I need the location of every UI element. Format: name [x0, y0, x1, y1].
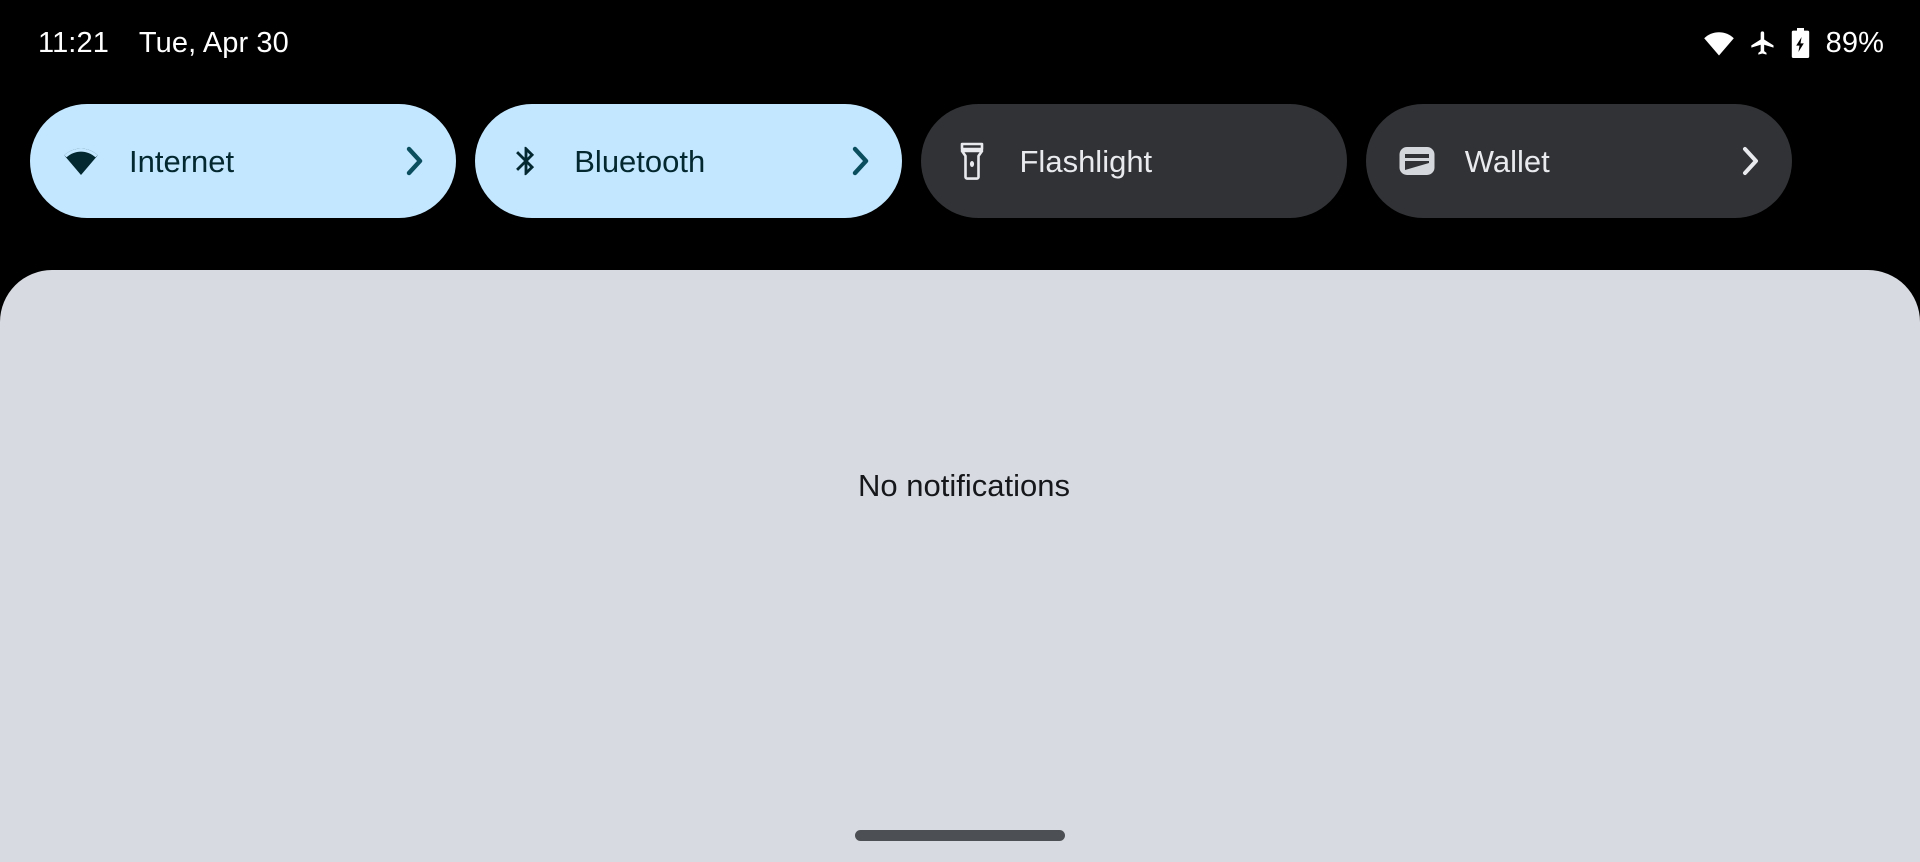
- wifi-icon: [1703, 31, 1735, 56]
- qs-tile-flashlight[interactable]: Flashlight: [920, 104, 1347, 218]
- qs-tile-bluetooth[interactable]: Bluetooth: [475, 104, 902, 218]
- battery-charging-icon: [1791, 28, 1810, 58]
- no-notifications-message: No notifications: [858, 467, 1070, 503]
- chevron-right-icon[interactable]: [1738, 146, 1764, 176]
- wifi-icon: [62, 142, 100, 180]
- quick-settings-screen: 11:21 Tue, Apr 30 89% Internet Bluetooth…: [0, 0, 1920, 862]
- qs-tile-label: Internet: [129, 143, 235, 179]
- qs-tile-wallet[interactable]: Wallet: [1365, 104, 1792, 218]
- airplane-mode-icon: [1749, 29, 1777, 57]
- notification-shade-panel[interactable]: No notifications: [0, 270, 1920, 862]
- home-indicator[interactable]: [855, 830, 1065, 841]
- status-bar: 11:21 Tue, Apr 30 89%: [0, 0, 1920, 86]
- flashlight-icon: [953, 142, 991, 180]
- quick-settings-tile-row: Internet Bluetooth Flashlight Wallet: [30, 104, 1792, 218]
- status-bar-left: 11:21 Tue, Apr 30: [38, 26, 289, 59]
- qs-tile-label: Flashlight: [1019, 143, 1153, 179]
- chevron-right-icon[interactable]: [402, 146, 428, 176]
- bluetooth-icon: [507, 142, 545, 180]
- qs-tile-internet[interactable]: Internet: [30, 104, 457, 218]
- qs-tile-label: Bluetooth: [574, 143, 706, 179]
- status-date: Tue, Apr 30: [138, 26, 289, 59]
- status-bar-right: 89%: [1703, 28, 1884, 58]
- qs-tile-label: Wallet: [1464, 143, 1550, 179]
- battery-percent-label: 89%: [1825, 26, 1884, 59]
- status-clock: 11:21: [38, 26, 109, 59]
- wallet-icon: [1398, 142, 1436, 180]
- chevron-right-icon[interactable]: [848, 146, 874, 176]
